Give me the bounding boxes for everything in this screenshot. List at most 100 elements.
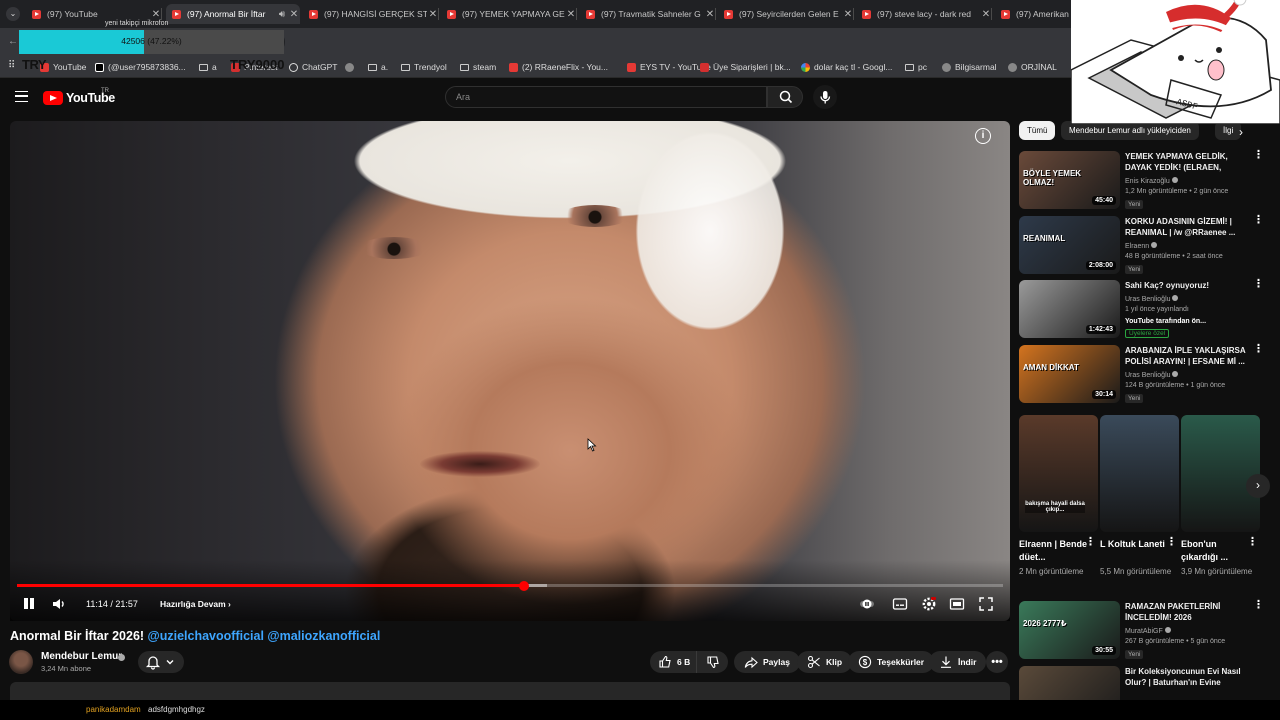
video-thumbnail[interactable]: REANIMAL 2:08:00 xyxy=(1019,216,1120,274)
dislike-button[interactable] xyxy=(696,651,728,673)
video-player[interactable] xyxy=(10,121,1010,621)
title-tag-link[interactable]: @uzielchavoofficial xyxy=(148,629,264,643)
fullscreen-button[interactable] xyxy=(978,596,994,612)
youtube-logo-icon[interactable] xyxy=(43,91,63,105)
short-thumbnail[interactable] xyxy=(1181,415,1260,532)
title-tag-link[interactable]: @maliozkanofficial xyxy=(267,629,380,643)
recommended-channel[interactable]: Enis Kirazoğlu xyxy=(1125,177,1178,185)
clip-button[interactable]: Klip xyxy=(797,651,853,673)
bookmark-item[interactable]: (2) RRaeneFlix - You... xyxy=(509,61,608,73)
recommended-title[interactable]: Bir Koleksiyoncunun Evi Nasıl Olur? | Ba… xyxy=(1125,667,1247,689)
tab-title: (97) YEMEK YAPMAYA GE xyxy=(462,9,565,19)
channel-avatar[interactable] xyxy=(9,650,33,674)
search-button[interactable] xyxy=(767,86,803,108)
recommended-channel[interactable]: Uras Benlioğlu xyxy=(1125,295,1179,303)
progress-bar[interactable] xyxy=(17,580,1003,591)
pause-button[interactable] xyxy=(22,597,36,611)
recommended-title[interactable]: KORKU ADASININ GİZEMİ! | REANIMAL | /w @… xyxy=(1125,217,1247,238)
recommended-channel[interactable]: Uras Benlioğlu xyxy=(1125,371,1179,379)
share-button[interactable]: Paylaş xyxy=(734,651,800,673)
video-thumbnail[interactable]: 2026 2777₺ 30:55 xyxy=(1019,601,1120,659)
bookmark-item[interactable]: a xyxy=(199,61,217,73)
bookmark-item[interactable]: ChatGPT xyxy=(289,61,337,73)
bookmark-item[interactable]: dolar kaç tl - Googl... xyxy=(801,61,892,73)
recommended-channel[interactable]: MuratAbiGF xyxy=(1125,627,1171,635)
more-vertical-icon[interactable]: ⋮ xyxy=(1253,215,1264,226)
settings-button[interactable] xyxy=(921,596,937,612)
more-vertical-icon[interactable]: ⋮ xyxy=(1247,537,1258,548)
more-vertical-icon[interactable]: ⋮ xyxy=(1166,537,1177,548)
audio-icon[interactable]: 🔊︎ xyxy=(276,9,288,20)
voice-search-button[interactable] xyxy=(813,85,837,109)
short-thumbnail[interactable]: bakışma hayali dalsa çıkıp... xyxy=(1019,415,1098,532)
short-thumbnail[interactable] xyxy=(1100,415,1179,532)
tab-close-icon[interactable]: ✕ xyxy=(288,9,300,20)
chapter-button[interactable]: Hazırlığa Devam › xyxy=(160,599,231,609)
browser-tab-active[interactable]: (97) Anormal Bir İftar 🔊︎ ✕ xyxy=(166,4,300,24)
video-thumbnail[interactable]: AMAN DİKKAT 30:14 xyxy=(1019,345,1120,403)
short-title[interactable]: Ebon'un çıkardığı ... xyxy=(1181,538,1251,563)
search-input[interactable] xyxy=(446,87,766,107)
filter-chip[interactable]: Tümü xyxy=(1019,121,1056,140)
autoplay-toggle[interactable] xyxy=(859,596,875,612)
new-badge: Yeni xyxy=(1125,200,1144,209)
browser-tab[interactable]: (97) YEMEK YAPMAYA GE ✕ xyxy=(441,4,577,24)
more-vertical-icon[interactable]: ⋮ xyxy=(1253,344,1264,355)
more-vertical-icon[interactable]: ⋮ xyxy=(1253,279,1264,290)
bookmark-item[interactable]: Trendyol xyxy=(401,61,447,73)
more-vertical-icon[interactable]: ⋮ xyxy=(1085,537,1096,548)
bookmark-item[interactable] xyxy=(345,61,358,73)
bookmark-item[interactable]: (@user795873836... xyxy=(95,61,186,73)
browser-tab[interactable]: (97) steve lacy - dark red ✕ xyxy=(856,4,992,24)
more-actions-button[interactable]: ••• xyxy=(986,651,1008,673)
subtitles-button[interactable] xyxy=(892,596,908,612)
bookmark-item[interactable]: ORJİNAL xyxy=(1008,61,1057,73)
video-thumbnail[interactable]: BÖYLE YEMEK OLMAZ! 45:40 xyxy=(1019,151,1120,209)
miniplayer-button[interactable] xyxy=(949,596,965,612)
chips-next-icon[interactable]: › xyxy=(1239,125,1243,139)
video-thumbnail[interactable]: 1:42:43 xyxy=(1019,280,1120,338)
taskbar-item[interactable]: panikadamdam xyxy=(86,705,141,714)
scrubber-knob[interactable] xyxy=(518,580,529,591)
bookmark-label: (@user795873836... xyxy=(108,62,186,72)
recommended-video[interactable]: AMAN DİKKAT 30:14 ARABANIZA İPLE YAKLAŞIRS… xyxy=(1019,344,1274,407)
browser-tab[interactable]: (97) HANGİSİ GERÇEK STA ✕ xyxy=(303,4,439,24)
shorts-next-button[interactable]: › xyxy=(1246,474,1270,498)
recommended-video[interactable]: 2026 2777₺ 30:55 RAMAZAN PAKETLERİNİ İNCEL… xyxy=(1019,600,1274,663)
browser-tab[interactable]: (97) Travmatik Sahneler G ✕ xyxy=(580,4,716,24)
more-vertical-icon[interactable]: ⋮ xyxy=(1253,150,1264,161)
thanks-button[interactable]: $ Teşekkürler xyxy=(848,651,935,673)
bookmark-item[interactable]: a. xyxy=(368,61,388,73)
back-icon[interactable]: ← xyxy=(8,36,18,47)
recommended-video[interactable]: BÖYLE YEMEK OLMAZ! 45:40 YEMEK YAPMAYA GEL… xyxy=(1019,150,1274,213)
more-vertical-icon[interactable]: ⋮ xyxy=(1253,600,1264,611)
recommended-title[interactable]: Sahi Kaç? oynuyoruz! xyxy=(1125,281,1247,292)
bookmark-item[interactable]: Üye Siparişleri | bk... xyxy=(700,61,791,73)
tab-search-button[interactable]: ⌄ xyxy=(6,7,20,21)
subscription-bell-button[interactable] xyxy=(138,651,184,673)
short-title[interactable]: L Koltuk Laneti xyxy=(1100,538,1170,551)
like-button[interactable]: 6 B xyxy=(650,651,696,673)
recommended-title[interactable]: ARABANIZA İPLE YAKLAŞIRSA POLİSİ ARAYIN!… xyxy=(1125,346,1247,367)
apps-grid-icon[interactable]: ⠿ xyxy=(8,60,15,71)
description-box[interactable] xyxy=(10,682,1010,702)
menu-icon[interactable] xyxy=(15,91,28,102)
bookmark-item[interactable]: EYS TV - YouTube xyxy=(627,61,711,73)
recommended-video[interactable]: 1:42:43 Sahi Kaç? oynuyoruz! Uras Benlioğl… xyxy=(1019,279,1274,342)
youtube-favicon-icon xyxy=(1001,9,1010,19)
recommended-channel[interactable]: Elraenn xyxy=(1125,242,1158,250)
browser-tab[interactable]: (97) Seyircilerden Gelen E ✕ xyxy=(718,4,854,24)
recommended-title[interactable]: RAMAZAN PAKETLERİNİ İNCELEDİM! 2026 xyxy=(1125,602,1247,623)
info-icon[interactable]: i xyxy=(975,128,991,144)
bookmark-item[interactable]: Bilgisarmal xyxy=(942,61,997,73)
taskbar-item[interactable]: adsfdgmhgdhgz xyxy=(148,705,205,714)
volume-button[interactable] xyxy=(51,596,67,612)
recommended-video[interactable]: REANIMAL 2:08:00 KORKU ADASININ GİZEMİ! | … xyxy=(1019,215,1274,278)
bookmark-item[interactable]: YouTube xyxy=(40,61,86,73)
download-button[interactable]: İndir xyxy=(929,651,987,673)
bookmark-item[interactable]: steam xyxy=(460,61,496,73)
channel-name[interactable]: Mendebur Lemur xyxy=(41,651,122,662)
short-title[interactable]: Elraenn | Bende düet... xyxy=(1019,538,1089,563)
recommended-title[interactable]: YEMEK YAPMAYA GELDİK, DAYAK YEDİK! (ELRA… xyxy=(1125,152,1247,174)
bookmark-item[interactable]: pc xyxy=(905,61,927,73)
